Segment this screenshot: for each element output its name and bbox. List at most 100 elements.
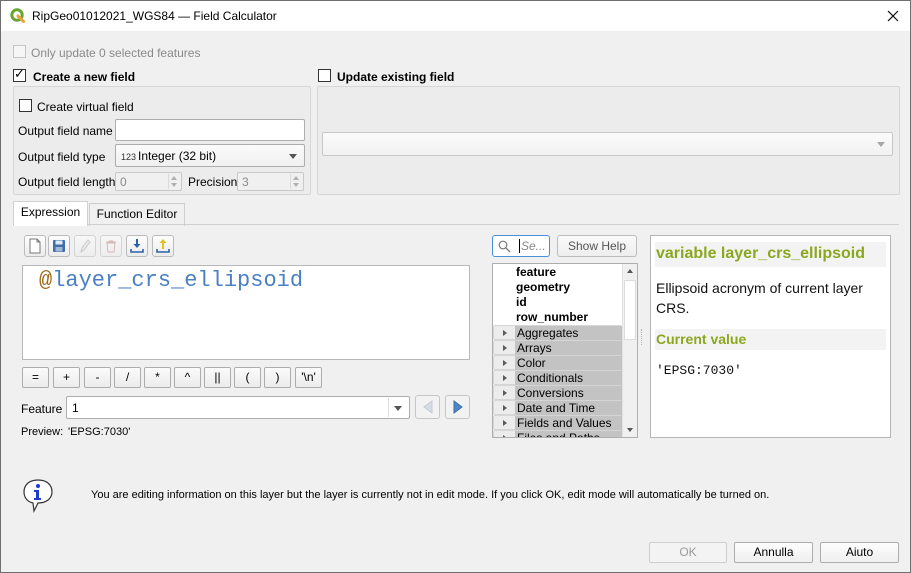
- expand-arrow-icon[interactable]: [503, 420, 507, 426]
- list-group[interactable]: Conditionals: [493, 370, 623, 386]
- expand-arrow-icon[interactable]: [503, 330, 507, 336]
- operator-close-paren-button[interactable]: ): [264, 367, 291, 388]
- expand-arrow-icon[interactable]: [503, 405, 507, 411]
- update-existing-field-checkbox[interactable]: [318, 69, 331, 82]
- import-expressions-button[interactable]: [126, 235, 148, 257]
- function-list-scrollbar[interactable]: [622, 264, 637, 437]
- tab-divider: [13, 224, 899, 225]
- spin-down-icon: [293, 183, 299, 187]
- list-group[interactable]: Conversions: [493, 385, 623, 401]
- output-field-length-label: Output field length: [18, 175, 116, 189]
- help-panel: variable layer_crs_ellipsoid Ellipsoid a…: [650, 235, 891, 438]
- create-new-field-checkbox[interactable]: [13, 67, 26, 82]
- feature-select[interactable]: 1: [66, 396, 410, 419]
- expression-text: layer_crs_ellipsoid: [52, 268, 304, 293]
- text-cursor: [519, 239, 520, 253]
- function-search-input[interactable]: Se...: [492, 235, 550, 257]
- save-expression-button[interactable]: [48, 235, 70, 257]
- tab-function-editor[interactable]: Function Editor: [89, 203, 185, 226]
- expand-arrow-icon[interactable]: [503, 435, 507, 437]
- list-item[interactable]: row_number: [493, 310, 622, 325]
- scroll-down-icon[interactable]: [627, 428, 633, 432]
- output-field-name-input[interactable]: [115, 119, 305, 141]
- operator-minus-button[interactable]: -: [84, 367, 111, 388]
- chevron-down-icon: [289, 154, 297, 159]
- info-icon: [21, 478, 55, 514]
- variable-prefix: @: [39, 268, 53, 293]
- preview-value: 'EPSG:7030': [68, 426, 131, 438]
- import-icon: [130, 239, 144, 253]
- feature-value: 1: [72, 401, 79, 415]
- existing-field-select[interactable]: [322, 132, 893, 156]
- splitter-handle[interactable]: [641, 329, 644, 345]
- delete-expression-button[interactable]: [100, 235, 122, 257]
- output-field-type-select[interactable]: 123 Integer (32 bit): [115, 144, 305, 167]
- help-title: variable layer_crs_ellipsoid: [655, 242, 886, 267]
- expand-arrow-icon[interactable]: [503, 390, 507, 396]
- help-button[interactable]: Aiuto: [820, 542, 899, 563]
- output-field-length-spinbox[interactable]: 0: [115, 172, 182, 191]
- cancel-button[interactable]: Annulla: [734, 542, 813, 563]
- spin-up-icon: [293, 176, 299, 180]
- field-calculator-dialog: RipGeo01012021_WGS84 — Field Calculator …: [0, 0, 911, 573]
- current-value-heading: Current value: [655, 329, 886, 350]
- operator-concat-button[interactable]: ||: [204, 367, 231, 388]
- spin-down-icon: [171, 183, 177, 187]
- chevron-down-icon: [877, 142, 885, 147]
- list-group[interactable]: Aggregates: [493, 325, 623, 341]
- new-file-icon: [29, 238, 41, 254]
- help-description: Ellipsoid acronym of current layer CRS.: [656, 280, 863, 316]
- create-new-field-label: Create a new field: [33, 70, 136, 84]
- ok-button[interactable]: OK: [649, 542, 727, 563]
- create-virtual-field-checkbox[interactable]: [19, 99, 32, 112]
- list-group[interactable]: Fields and Values: [493, 415, 623, 431]
- chevron-down-icon: [394, 406, 402, 411]
- list-item[interactable]: id: [493, 295, 622, 310]
- output-field-length-value: 0: [120, 175, 127, 189]
- list-group[interactable]: Arrays: [493, 340, 623, 356]
- list-group[interactable]: Date and Time: [493, 400, 623, 416]
- close-icon: [887, 10, 899, 22]
- window-title: RipGeo01012021_WGS84 — Field Calculator: [32, 9, 277, 23]
- search-icon: [498, 240, 511, 253]
- operator-plus-button[interactable]: +: [53, 367, 80, 388]
- arrow-left-icon: [422, 400, 432, 414]
- operator-divide-button[interactable]: /: [114, 367, 141, 388]
- integer-type-icon: 123: [121, 152, 137, 162]
- save-icon: [53, 240, 65, 252]
- precision-value: 3: [242, 175, 249, 189]
- scrollbar-thumb[interactable]: [624, 280, 636, 340]
- previous-feature-button[interactable]: [415, 395, 440, 419]
- list-item[interactable]: feature: [493, 265, 622, 280]
- export-icon: [156, 239, 170, 253]
- list-group[interactable]: Color: [493, 355, 623, 371]
- feature-label: Feature: [21, 402, 63, 416]
- show-help-button[interactable]: Show Help: [557, 235, 637, 257]
- close-button[interactable]: [876, 1, 910, 31]
- list-item[interactable]: geometry: [493, 280, 622, 295]
- create-virtual-field-label: Create virtual field: [37, 100, 134, 114]
- current-value: 'EPSG:7030': [656, 363, 742, 378]
- operator-open-paren-button[interactable]: (: [234, 367, 261, 388]
- precision-spinbox[interactable]: 3: [237, 172, 304, 191]
- operator-multiply-button[interactable]: *: [144, 367, 171, 388]
- next-feature-button[interactable]: [445, 395, 470, 419]
- operator-equals-button[interactable]: =: [22, 367, 49, 388]
- scroll-up-icon[interactable]: [627, 269, 633, 273]
- expand-arrow-icon[interactable]: [503, 375, 507, 381]
- only-update-selected-checkbox[interactable]: [13, 45, 26, 58]
- export-expressions-button[interactable]: [152, 235, 174, 257]
- edit-expression-button[interactable]: [74, 235, 96, 257]
- list-group[interactable]: Files and Paths: [493, 430, 623, 437]
- expand-arrow-icon[interactable]: [503, 360, 507, 366]
- output-field-type-value: Integer (32 bit): [138, 149, 217, 163]
- title-bar: RipGeo01012021_WGS84 — Field Calculator: [1, 1, 910, 31]
- expression-editor[interactable]: @layer_crs_ellipsoid: [22, 265, 470, 360]
- operator-power-button[interactable]: ^: [174, 367, 201, 388]
- qgis-logo-icon: [10, 8, 26, 24]
- expand-arrow-icon[interactable]: [503, 345, 507, 351]
- operator-newline-button[interactable]: '\n': [295, 367, 322, 388]
- new-expression-button[interactable]: [24, 235, 46, 257]
- output-field-name-label: Output field name: [18, 124, 113, 138]
- tab-expression[interactable]: Expression: [13, 201, 88, 226]
